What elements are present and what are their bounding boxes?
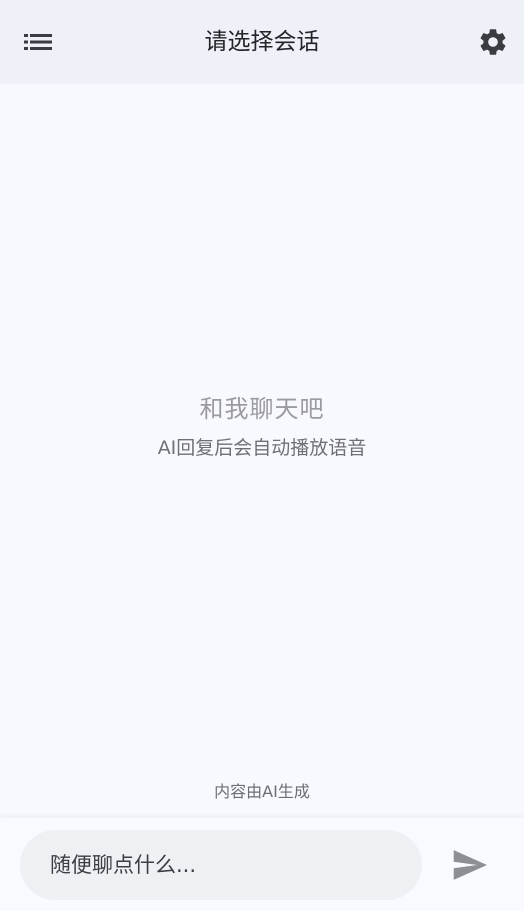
empty-chat-placeholder: 和我聊天吧 AI回复后会自动播放语音: [0, 390, 524, 462]
gear-icon: [480, 29, 506, 55]
top-app-bar: 请选择会话: [0, 0, 524, 84]
chat-app: 请选择会话 和我聊天吧 AI回复后会自动播放语音 内容由AI生成: [0, 0, 524, 911]
message-input[interactable]: [20, 830, 422, 900]
empty-state-title: 和我聊天吧: [199, 395, 325, 423]
message-composer: [0, 818, 524, 911]
send-button[interactable]: [446, 842, 494, 888]
settings-button[interactable]: [470, 19, 516, 65]
empty-state-subtitle: AI回复后会自动播放语音: [157, 437, 367, 459]
ai-generated-disclaimer: 内容由AI生成: [214, 782, 310, 801]
page-title: 请选择会话: [204, 29, 320, 55]
send-icon: [453, 850, 487, 880]
